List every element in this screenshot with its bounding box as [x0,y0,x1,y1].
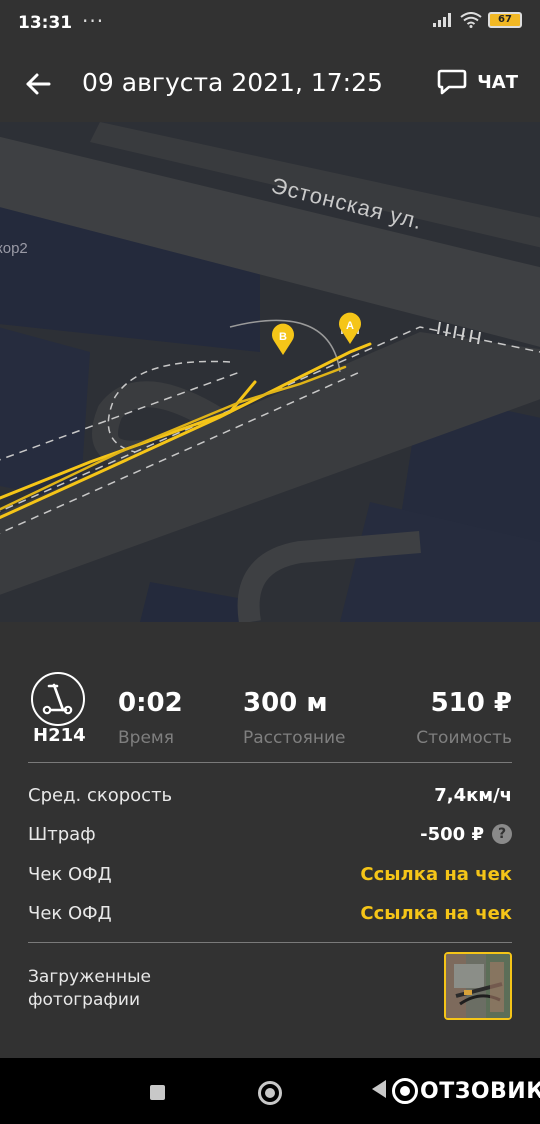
fine-label: Штраф [28,823,96,845]
fine-row: Штраф -500 ₽ ? [28,819,512,849]
receipt-row: Чек ОФД Ссылка на чек [28,898,512,928]
distance-label: Расстояние [243,728,346,748]
duration-stat: 0:02 Время [118,688,183,748]
cost-stat: 510 ₽ Стоимость [416,688,512,748]
start-marker-label: A [346,320,354,332]
receipt-row: Чек ОФД Ссылка на чек [28,859,512,889]
divider [28,762,512,763]
photo-image [446,954,510,1018]
receipt-link[interactable]: Ссылка на чек [360,864,512,885]
map-canvas: Эстонская ул. кор2 A B [0,122,540,622]
divider [28,942,512,943]
back-arrow-icon[interactable] [22,68,54,100]
page-title: 09 августа 2021, 17:25 [82,68,383,97]
signal-icon [433,13,451,27]
battery-icon: 67 [488,12,522,28]
chat-bubble-icon [437,69,467,95]
duration-label: Время [118,728,174,748]
wifi-icon [460,12,482,28]
help-icon[interactable]: ? [492,824,512,844]
cost-value: 510 ₽ [430,688,512,718]
trip-details-panel: H214 0:02 Время 300 м Расстояние 510 ₽ С… [0,622,540,1058]
route-map[interactable]: Эстонская ул. кор2 A B [0,122,540,622]
status-overflow-icon: ··· [82,9,105,33]
scooter-id: H214 [33,725,86,746]
distance-value: 300 м [243,688,328,718]
receipt-label: Чек ОФД [28,863,112,885]
photos-label-line: фотографии [28,990,141,1010]
receipt-label: Чек ОФД [28,902,112,924]
distance-stat: 300 м Расстояние [243,688,346,748]
status-time: 13:31 [18,13,73,33]
scooter-icon [31,672,85,726]
chat-label: ЧАТ [477,71,518,93]
avg-speed-value: 7,4км/ч [434,784,512,806]
trip-summary: H214 0:02 Время 300 м Расстояние 510 ₽ С… [0,672,540,752]
watermark: ОТЗОВИК [392,1078,540,1104]
chat-button[interactable]: ЧАТ [437,68,518,96]
receipt-link[interactable]: Ссылка на чек [360,903,512,924]
duration-value: 0:02 [118,688,183,718]
avg-speed-label: Сред. скорость [28,784,173,806]
end-marker-label: B [279,331,287,343]
fine-value: -500 ₽ [420,823,484,845]
watermark-text: ОТЗОВИК [420,1078,540,1104]
status-bar: 13:31 ··· 67 [0,0,540,48]
system-nav-bar: ОТЗОВИК [0,1058,540,1124]
watermark-logo-icon [392,1078,418,1104]
recent-apps-icon[interactable] [150,1085,165,1100]
map-building [0,327,90,502]
system-icons: 67 [432,12,522,28]
app-bar: 09 августа 2021, 17:25 ЧАТ [0,48,540,122]
avg-speed-row: Сред. скорость 7,4км/ч [28,780,512,810]
building-label: кор2 [0,240,28,257]
photos-label-line: Загруженные [28,967,151,987]
home-icon[interactable] [258,1081,282,1105]
nav-back-icon[interactable] [372,1080,386,1098]
cost-label: Стоимость [416,728,512,748]
photo-thumbnail[interactable] [444,952,512,1020]
photos-label: Загруженные фотографии [28,966,228,1012]
fine-value-group: -500 ₽ ? [420,824,512,845]
